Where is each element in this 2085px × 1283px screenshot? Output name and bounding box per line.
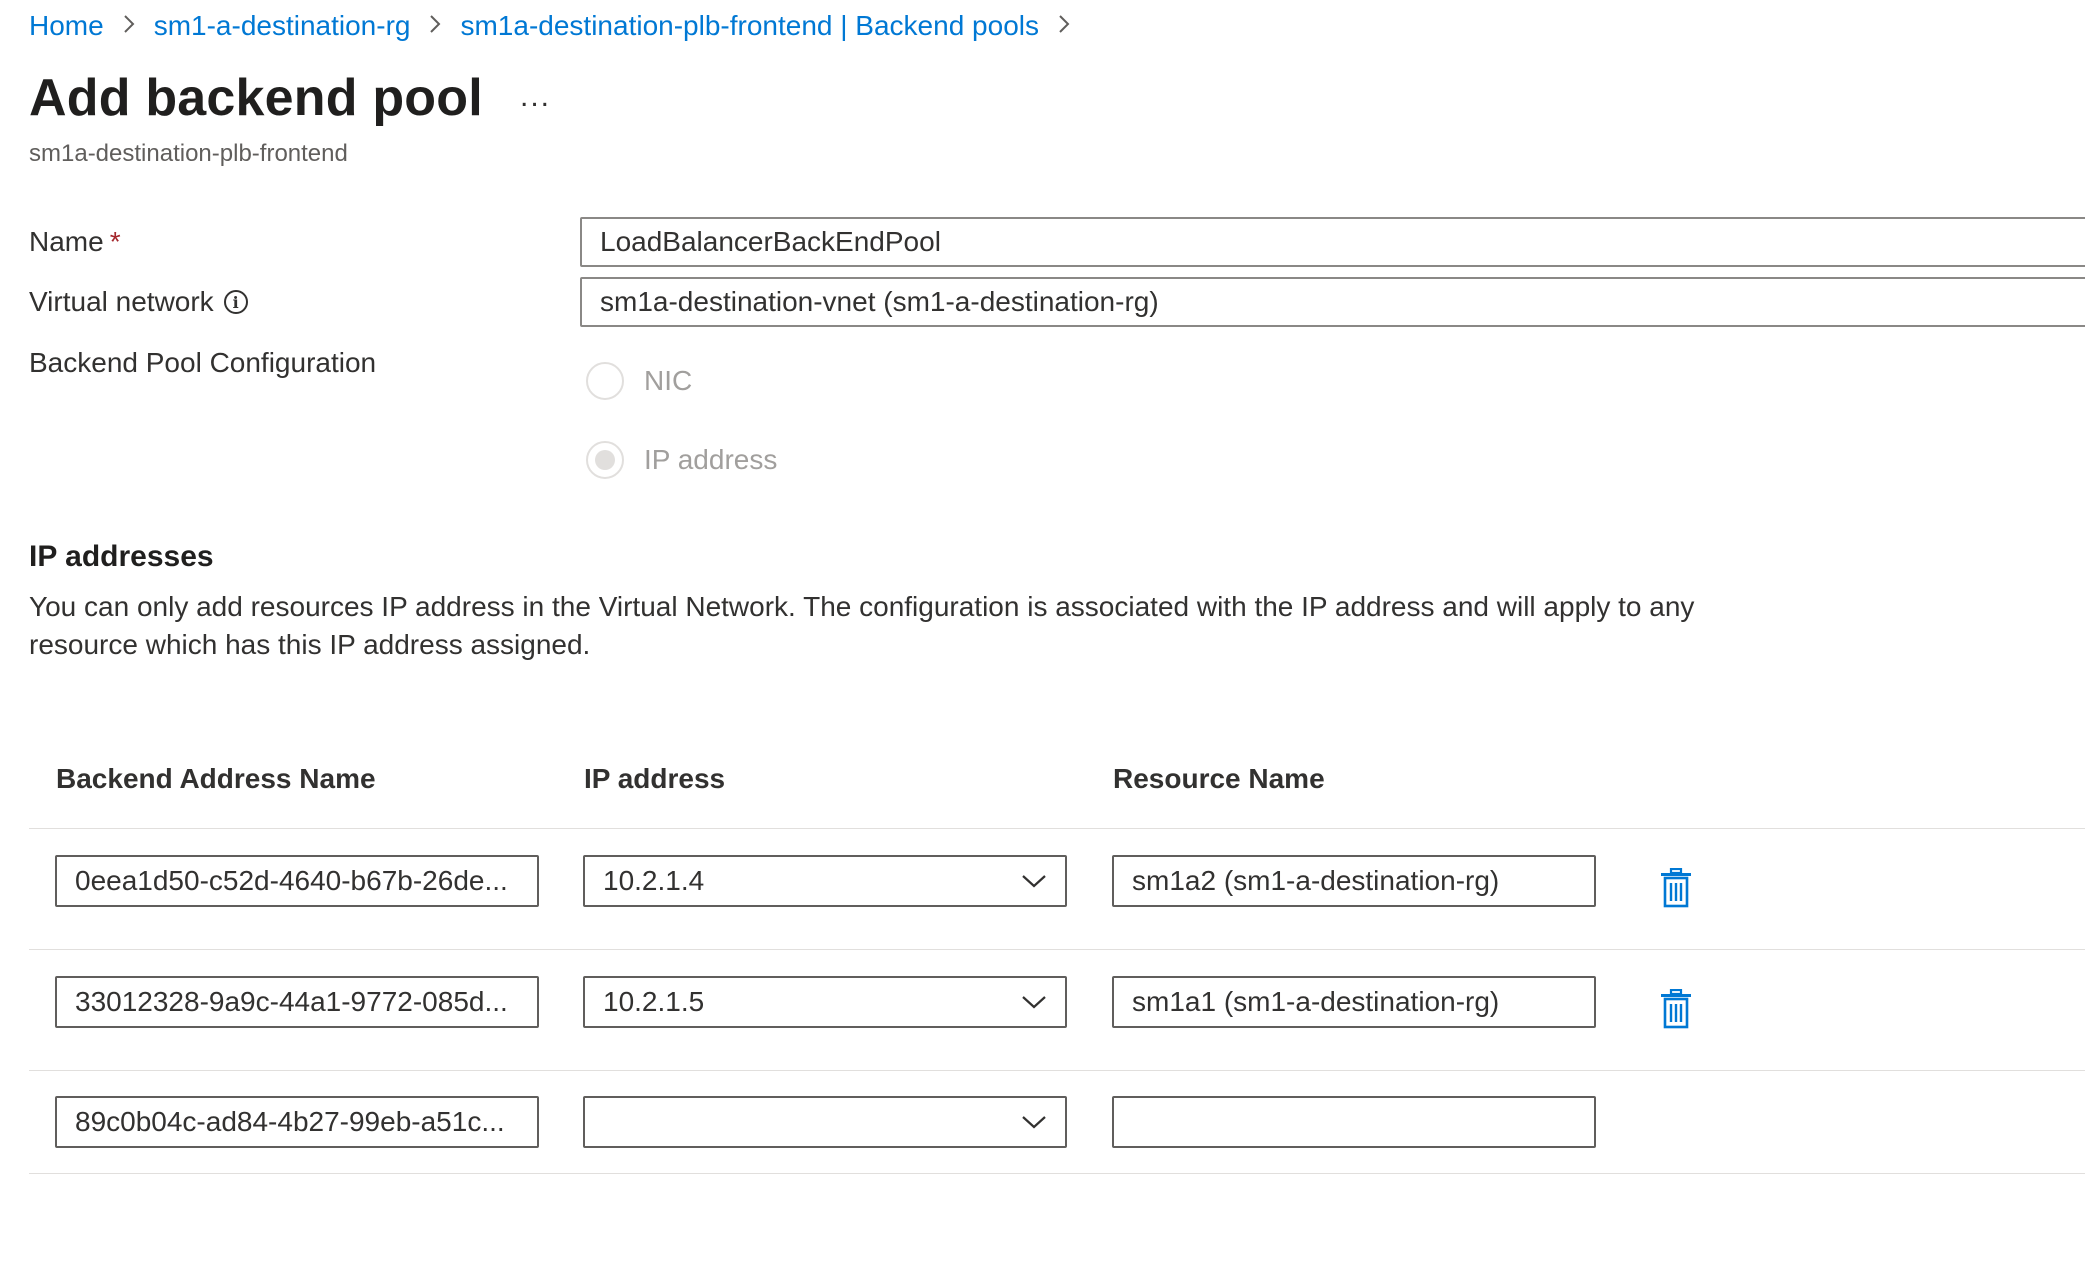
row-divider: [29, 949, 2085, 950]
trash-icon[interactable]: [1659, 989, 1693, 1029]
chevron-right-icon: [428, 11, 442, 42]
ip-address-dropdown-value: 10.2.1.5: [603, 986, 705, 1017]
breadcrumb-backend-pools-link[interactable]: sm1a-destination-plb-frontend | Backend …: [460, 10, 1039, 42]
backend-pool-config-label: Backend Pool Configuration: [29, 347, 377, 378]
info-icon[interactable]: i: [223, 290, 248, 314]
virtual-network-label: Virtual network i: [29, 286, 248, 318]
resource-name-input[interactable]: [1112, 1096, 1596, 1148]
ip-address-dropdown-value: 10.2.1.4: [603, 865, 705, 896]
ip-address-dropdown[interactable]: 10.2.1.4: [583, 855, 1067, 907]
backend-address-name-input[interactable]: 0eea1d50-c52d-4640-b67b-26de...: [55, 855, 539, 907]
column-header-backend-address-name: Backend Address Name: [56, 763, 376, 794]
backend-address-name-input[interactable]: 33012328-9a9c-44a1-9772-085d...: [55, 976, 539, 1028]
chevron-down-icon: [1022, 996, 1046, 1009]
resource-name-input[interactable]: sm1a1 (sm1-a-destination-rg): [1112, 976, 1596, 1028]
radio-ip-address-label: IP address: [644, 444, 778, 475]
ip-addresses-description: You can only add resources IP address in…: [29, 591, 1695, 660]
radio-nic-circle[interactable]: [586, 362, 624, 400]
name-label: Name *: [29, 226, 121, 258]
ip-address-dropdown[interactable]: [583, 1096, 1067, 1148]
backend-address-name-input[interactable]: 89c0b04c-ad84-4b27-99eb-a51c...: [55, 1096, 539, 1148]
ellipsis-icon[interactable]: ...: [520, 80, 551, 114]
row-divider: [29, 1070, 2085, 1071]
row-divider: [29, 828, 2085, 829]
page-subtitle: sm1a-destination-plb-frontend: [29, 140, 348, 167]
resource-name-input[interactable]: sm1a2 (sm1-a-destination-rg): [1112, 855, 1596, 907]
virtual-network-label-text: Virtual network: [29, 286, 214, 317]
column-header-resource-name: Resource Name: [1113, 763, 1325, 794]
ip-addresses-heading: IP addresses: [29, 540, 214, 573]
column-header-ip-address: IP address: [584, 763, 726, 794]
chevron-right-icon: [1057, 11, 1071, 42]
ip-address-dropdown[interactable]: 10.2.1.5: [583, 976, 1067, 1028]
virtual-network-field[interactable]: sm1a-destination-vnet (sm1-a-destination…: [580, 277, 2085, 327]
breadcrumb-resource-group-link[interactable]: sm1-a-destination-rg: [154, 10, 411, 42]
add-backend-pool-page: Home sm1-a-destination-rg sm1a-destinati…: [0, 0, 2085, 1283]
name-field[interactable]: LoadBalancerBackEndPool: [580, 217, 2085, 267]
breadcrumb-home-link[interactable]: Home: [29, 10, 104, 42]
trash-icon[interactable]: [1659, 868, 1693, 908]
name-label-text: Name: [29, 226, 104, 257]
radio-nic[interactable]: NIC: [586, 362, 692, 400]
radio-ip-address-circle[interactable]: [586, 441, 624, 479]
row-divider: [29, 1173, 2085, 1174]
chevron-down-icon: [1022, 1116, 1046, 1129]
radio-ip-address[interactable]: IP address: [586, 441, 777, 479]
chevron-right-icon: [122, 11, 136, 42]
breadcrumb: Home sm1-a-destination-rg sm1a-destinati…: [29, 10, 1089, 42]
required-marker: *: [109, 226, 121, 257]
page-title: Add backend pool: [29, 69, 483, 127]
chevron-down-icon: [1022, 875, 1046, 888]
radio-nic-label: NIC: [644, 365, 693, 396]
